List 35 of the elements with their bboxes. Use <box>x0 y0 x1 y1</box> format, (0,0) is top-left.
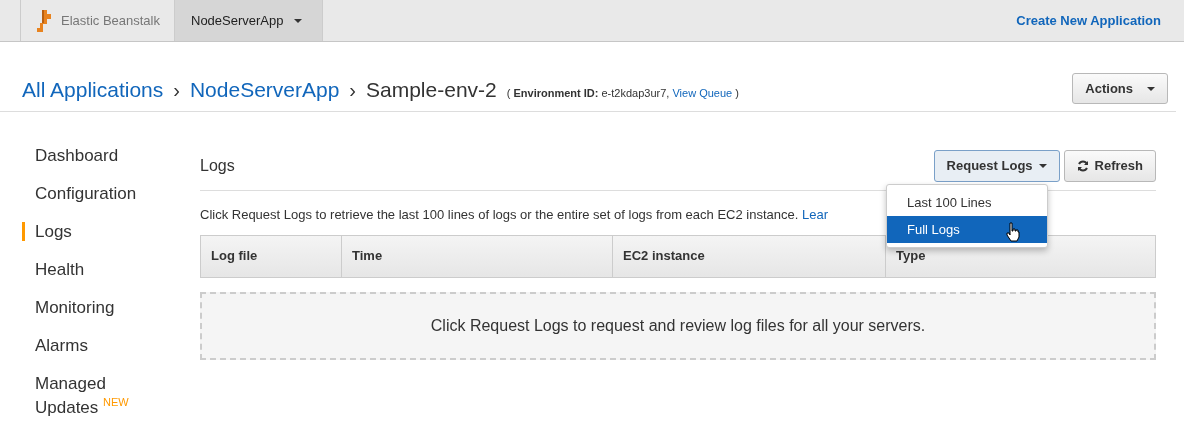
column-header: Type <box>895 247 927 266</box>
column-header: Log file <box>201 235 342 277</box>
environment-info: ( Environment ID: e-t2kdap3ur7, View Queue ) <box>506 86 739 101</box>
sidebar-item[interactable]: Monitoring <box>22 298 200 317</box>
menu-item[interactable]: Full Logs <box>887 216 1047 243</box>
column-header: Time <box>342 235 613 277</box>
sidebar-item[interactable]: Configuration <box>22 184 200 203</box>
sidebar-item[interactable]: Dashboard <box>22 146 200 165</box>
hand-cursor-icon <box>1006 222 1020 242</box>
brand-name: Elastic Beanstalk <box>61 11 160 30</box>
caret-icon <box>1038 164 1047 168</box>
caret-icon <box>1147 86 1155 91</box>
empty-message: Click Request Logs to request and review log files for all your servers. <box>200 291 1156 360</box>
breadcrumb-separator: › <box>349 78 356 103</box>
actions-button[interactable]: Actions <box>1072 72 1168 105</box>
sidebar-item[interactable]: Alarms <box>22 336 200 355</box>
breadcrumb-current: Sample-env-2 <box>366 77 497 103</box>
logo-icon <box>35 9 51 32</box>
refresh-icon <box>1076 160 1089 172</box>
section-title: Logs <box>200 156 235 176</box>
sidebar-item[interactable]: Managed Updates $^{NEW}$ <box>22 374 142 417</box>
view-queue-link[interactable]: View Queue <box>672 87 733 99</box>
app-menu[interactable]: NodeServerApp <box>174 0 323 41</box>
create-application-link[interactable]: Create New Application <box>1016 10 1161 31</box>
new-label: NEW <box>103 396 129 408</box>
breadcrumb-link[interactable]: NodeServerApp <box>189 74 340 106</box>
description-text: Click Request Logs to retrieve the last 100 lines of logs or the entire set of logs from each EC2 instance. Lear <box>200 206 829 224</box>
learn-more-link[interactable]: Lear <box>801 207 828 222</box>
request-logs-button[interactable]: Request Logs <box>933 150 1060 182</box>
breadcrumb-separator: › <box>173 78 180 103</box>
caret-icon <box>293 18 302 23</box>
sidebar-item[interactable]: Health <box>22 260 200 279</box>
breadcrumb-link[interactable]: All Applications <box>22 74 164 106</box>
menu-item[interactable]: Last 100 Lines <box>887 189 1047 216</box>
refresh-button[interactable]: Refresh <box>1063 150 1156 182</box>
